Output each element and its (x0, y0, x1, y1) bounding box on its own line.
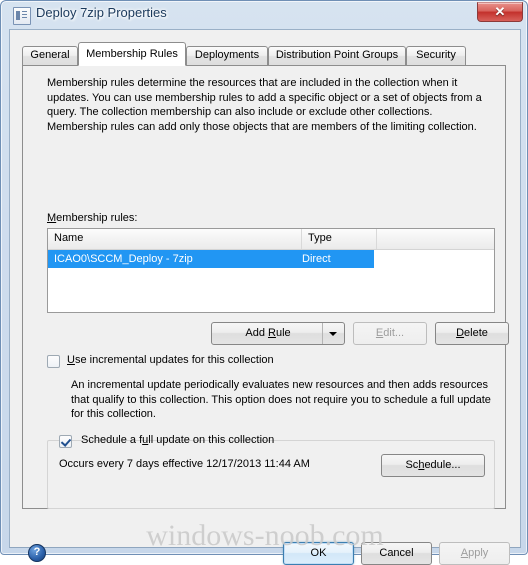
title-bar[interactable]: Deploy 7zip Properties ✕ (1, 1, 528, 29)
delete-button[interactable]: Delete (435, 322, 509, 345)
properties-document-icon (13, 7, 31, 25)
dialog-client-area: General Membership Rules Deployments Dis… (9, 29, 521, 565)
membership-rules-label: Membership rules: (47, 212, 138, 224)
column-header-type[interactable]: Type (302, 229, 377, 249)
panel-description: Membership rules determine the resources… (47, 77, 482, 133)
window-title: Deploy 7zip Properties (36, 5, 167, 20)
accesskey-u: U (67, 354, 75, 366)
accesskey-m: M (47, 212, 57, 224)
ok-button[interactable]: OK (283, 542, 354, 565)
list-header-row: Name Type (48, 229, 494, 250)
column-header-blank[interactable] (377, 229, 494, 249)
accesskey-r: R (268, 327, 276, 339)
accesskey-d: D (456, 327, 465, 339)
help-question-icon[interactable]: ? (28, 544, 46, 562)
schedule-occurs-text: Occurs every 7 days effective 12/17/2013… (59, 458, 310, 470)
add-rule-dropdown[interactable] (322, 323, 344, 344)
accesskey-a: A (460, 547, 469, 559)
delete-label-rest: elete (464, 327, 488, 339)
tab-general[interactable]: General (22, 46, 78, 65)
close-button[interactable]: ✕ (477, 2, 523, 22)
schedule-button[interactable]: Schedule... (381, 454, 485, 477)
tab-panel-membership-rules: Membership rules determine the resources… (22, 65, 509, 509)
edit-label-rest: dit... (383, 327, 405, 339)
apply-button[interactable]: Apply (439, 542, 510, 565)
membership-rules-list[interactable]: Name Type ICAO0\SCCM_Deploy - 7zip Direc… (47, 228, 495, 313)
use-incremental-updates-label-rest: se incremental updates for this collecti… (74, 354, 274, 366)
edit-button[interactable]: Edit... (353, 322, 427, 345)
tab-distribution-point-groups[interactable]: Distribution Point Groups (268, 46, 406, 65)
add-rule-text-pre: Add (245, 327, 268, 339)
membership-rules-label-rest: embership rules: (56, 212, 138, 224)
chevron-down-icon (329, 332, 337, 336)
tab-security[interactable]: Security (406, 46, 466, 65)
cell-rule-type: Direct (302, 253, 331, 265)
column-header-name[interactable]: Name (48, 229, 302, 249)
cell-rule-name: ICAO0\SCCM_Deploy - 7zip (54, 253, 193, 265)
cancel-button[interactable]: Cancel (361, 542, 432, 565)
incremental-updates-description: An incremental update periodically evalu… (71, 379, 491, 420)
table-row[interactable]: ICAO0\SCCM_Deploy - 7zip Direct (48, 250, 374, 268)
help-glyph: ? (33, 546, 41, 558)
schedule-full-update-label: Schedule a full update on this collectio… (81, 434, 274, 446)
schedule-full-update-checkbox[interactable] (59, 435, 72, 448)
use-incremental-updates-label: Use incremental updates for this collect… (67, 354, 274, 366)
add-rule-label: Add Rule (212, 323, 324, 344)
dialog-window: Deploy 7zip Properties ✕ General Members… (0, 0, 528, 565)
tab-membership-rules[interactable]: Membership Rules (78, 42, 186, 66)
schedule-btn-post: edule... (424, 459, 461, 471)
schedule-label-post: ll update on this collection (148, 434, 275, 446)
schedule-full-update-row[interactable]: Schedule a full update on this collectio… (59, 434, 274, 449)
apply-label-rest: pply (468, 547, 489, 559)
close-icon: ✕ (494, 4, 506, 19)
tab-deployments[interactable]: Deployments (186, 46, 268, 65)
add-rule-text-post: ule (275, 327, 291, 339)
use-incremental-updates-checkbox[interactable] (47, 355, 60, 368)
schedule-btn-pre: Sc (405, 459, 419, 471)
add-rule-button[interactable]: Add Rule (211, 322, 345, 345)
schedule-label-pre: Schedule a f (81, 434, 143, 446)
